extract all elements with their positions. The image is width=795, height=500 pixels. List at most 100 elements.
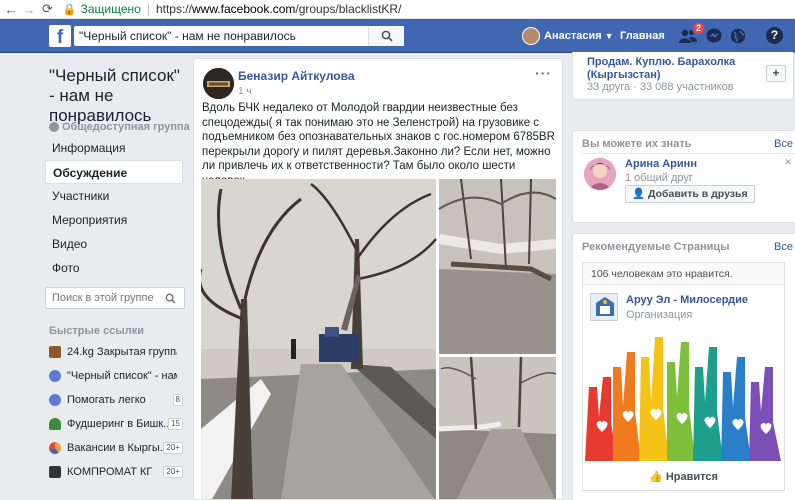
url-host: www.facebook.com [191, 2, 296, 16]
post-author[interactable]: Беназир Айткулова [238, 69, 355, 83]
help-icon[interactable]: ? [766, 27, 783, 44]
lock-icon[interactable]: 🔒 [63, 3, 77, 16]
global-search [74, 26, 404, 46]
secure-label: Защищено [80, 2, 141, 16]
group-nav-members[interactable]: Участники [45, 184, 183, 208]
forward-arrow-icon[interactable]: → [22, 2, 36, 17]
pie-icon [49, 442, 61, 454]
add-friend-label: Добавить в друзья [648, 188, 748, 200]
group-nav-videos[interactable]: Видео [45, 232, 183, 256]
quick-link-label: Вакансии в Кыргы... [67, 442, 169, 454]
url-path: /groups/blacklistKR/ [295, 2, 402, 16]
avatar [522, 27, 540, 45]
unread-count-badge: 8 [172, 394, 183, 406]
search-icon [381, 30, 393, 42]
page-name[interactable]: Аруу Эл - Милосердие [626, 294, 748, 306]
thumbs-up-icon: 👍 [649, 471, 663, 483]
suggested-group-card: Продам. Куплю. Барахолка (Кыргызстан) 33… [572, 52, 794, 100]
group-nav-events[interactable]: Мероприятия [45, 208, 183, 232]
group-search-input[interactable] [46, 292, 161, 304]
profile-link[interactable]: Анастасия ▼ [522, 27, 614, 45]
see-all-people-link[interactable]: Все [774, 138, 793, 150]
global-search-input[interactable] [74, 29, 364, 43]
recommended-pages: Рекомендуемые Страницы Все 106 человекам… [572, 233, 795, 500]
group-thumbnail-icon [49, 466, 61, 478]
search-button[interactable] [368, 26, 404, 46]
person-name[interactable]: Арина Аринн [625, 158, 697, 170]
quick-links: 24.kg Закрытая группа "Черный список" - … [49, 340, 183, 484]
url-field[interactable]: https://www.facebook.com/groups/blacklis… [156, 2, 401, 16]
group-privacy-label: Общедоступная группа [62, 121, 190, 133]
post-timestamp[interactable]: 1 ч [238, 86, 252, 97]
page-card: 106 человекам это нравится. Аруу Эл - Ми… [582, 262, 785, 491]
post-photo-small[interactable] [438, 356, 556, 500]
group-nav-info[interactable]: Информация [45, 136, 183, 160]
unread-count-badge: 20+ [163, 442, 183, 454]
quick-link[interactable]: 24.kg Закрытая группа [49, 340, 183, 364]
quick-link-label: Фудшеринг в Бишк... [67, 418, 173, 430]
suggested-group-name[interactable]: Продам. Куплю. Барахолка (Кыргызстан) [587, 56, 747, 82]
divider [582, 153, 795, 154]
quick-link[interactable]: Помогать легко 8 [49, 388, 183, 412]
group-icon [49, 394, 61, 406]
search-icon[interactable] [165, 293, 176, 304]
facebook-logo[interactable]: f [49, 25, 71, 47]
home-link[interactable]: Главная [620, 30, 665, 42]
unread-count-badge: 20+ [163, 466, 183, 478]
page-category: Организация [626, 309, 693, 321]
back-arrow-icon[interactable]: ← [4, 2, 18, 17]
quick-link-label: КОМПРОМАТ КГ [67, 466, 153, 478]
quick-links-title: Быстрые ссылки [49, 325, 144, 337]
quick-link-label: "Черный список" - нам ... [67, 370, 177, 382]
post-photo-large[interactable] [201, 179, 437, 500]
person-avatar[interactable] [584, 158, 616, 190]
facebook-top-bar: f Анастасия ▼ Главная 2 ? [0, 19, 795, 53]
quick-link[interactable]: Фудшеринг в Бишк... 15 [49, 412, 183, 436]
avatar-image [203, 68, 234, 99]
notifications-globe-icon[interactable] [729, 28, 747, 44]
see-all-pages-link[interactable]: Все [774, 241, 793, 253]
page-logo-image [591, 294, 617, 320]
group-privacy: Общедоступная группа [49, 121, 190, 133]
url-scheme: https:// [155, 2, 192, 16]
globe-icon [49, 122, 59, 132]
quick-link-label: 24.kg Закрытая группа [67, 346, 177, 358]
quick-link[interactable]: Вакансии в Кыргы... 20+ [49, 436, 183, 460]
author-avatar[interactable] [203, 68, 234, 99]
group-icon [49, 370, 61, 382]
user-name: Анастасия [544, 30, 602, 42]
join-group-button[interactable]: + [766, 65, 786, 82]
like-page-button[interactable]: 👍 Нравится [583, 470, 784, 483]
group-search [45, 287, 185, 309]
quick-link-label: Помогать легко [67, 394, 146, 406]
briefcase-icon [49, 346, 61, 358]
quick-link[interactable]: "Черный список" - нам ... [49, 364, 183, 388]
close-icon[interactable]: ✕ [784, 157, 792, 168]
browser-address-bar: ← → ⟳ 🔒 Защищено | https://www.facebook.… [0, 0, 795, 19]
like-page-label: Нравится [665, 471, 718, 483]
quick-link[interactable]: КОМПРОМАТ КГ 20+ [49, 460, 183, 484]
post-options-button[interactable]: ··· [535, 65, 552, 81]
mutual-friends[interactable]: 1 общий друг [625, 172, 693, 184]
add-friend-icon: 👤 [632, 188, 646, 200]
group-nav: Информация Обсуждение Участники Мероприя… [45, 136, 183, 280]
post-text: Вдоль БЧК недалеко от Молодой гвардии не… [202, 102, 555, 187]
reload-icon[interactable]: ⟳ [42, 1, 53, 17]
recommended-pages-title: Рекомендуемые Страницы [582, 241, 730, 253]
people-you-may-know: Вы можете их знать Все Арина Аринн 1 общ… [572, 130, 795, 223]
group-post: Беназир Айткулова 1 ч ··· Вдоль БЧК неда… [193, 58, 563, 500]
post-photo-small[interactable] [438, 179, 556, 354]
add-friend-button[interactable]: 👤 Добавить в друзья [625, 185, 755, 203]
chevron-down-icon: ▼ [604, 31, 614, 41]
people-you-may-know-title: Вы можете их знать [582, 138, 692, 150]
group-nav-photos[interactable]: Фото [45, 256, 183, 280]
messenger-icon[interactable] [705, 28, 723, 44]
tree-icon [49, 418, 61, 430]
post-photos [201, 179, 556, 500]
group-nav-discussion[interactable]: Обсуждение [45, 160, 183, 184]
page-likes-count: 106 человекам это нравится. [583, 263, 784, 285]
page-logo[interactable] [590, 293, 618, 321]
page-cover-image[interactable] [583, 327, 784, 461]
group-title[interactable]: "Черный список" - нам не понравилось [49, 66, 185, 126]
friend-requests-badge: 2 [692, 22, 706, 35]
